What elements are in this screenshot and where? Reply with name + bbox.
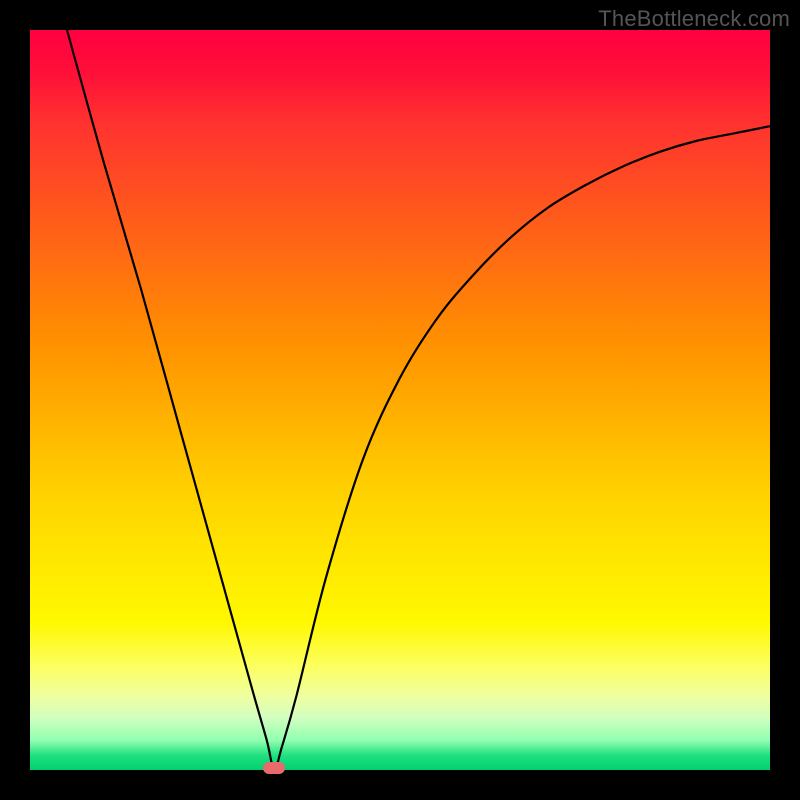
- optimal-point-marker: [263, 762, 285, 774]
- bottleneck-curve: [30, 30, 770, 770]
- watermark-text: TheBottleneck.com: [598, 6, 790, 32]
- chart-frame: TheBottleneck.com: [0, 0, 800, 800]
- plot-area: [30, 30, 770, 770]
